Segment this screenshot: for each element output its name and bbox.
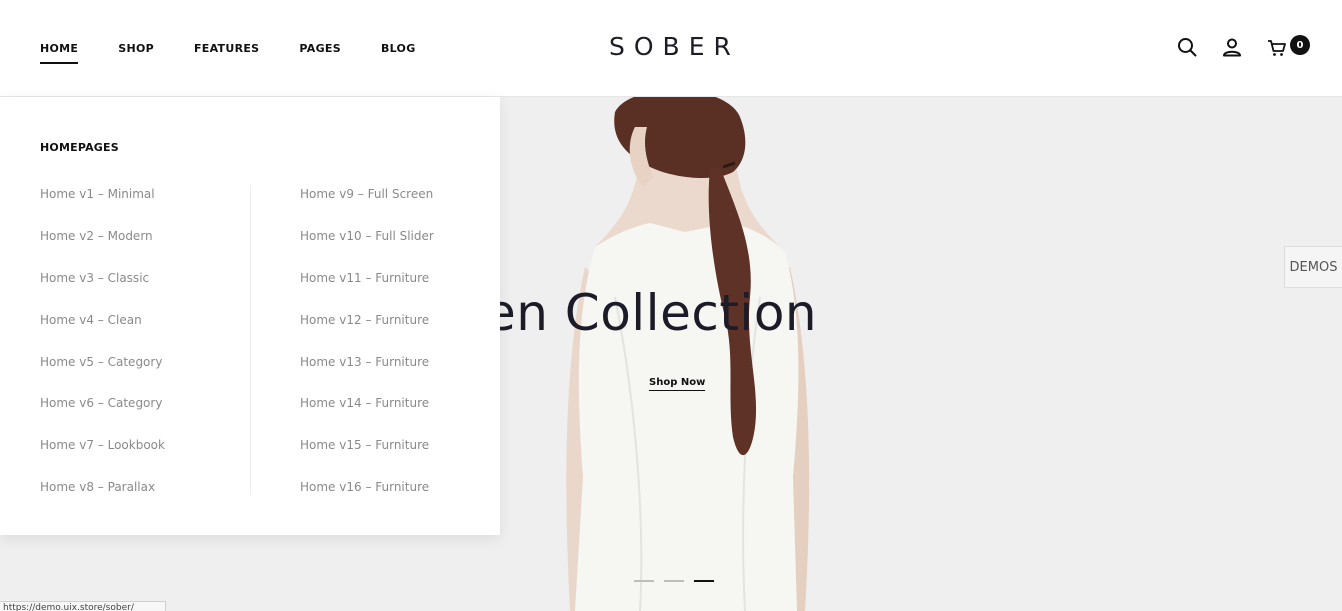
main-nav: HOME SHOP FEATURES PAGES BLOG: [40, 0, 456, 97]
dropdown-column-1: Home v1 – Minimal Home v2 – Modern Home …: [40, 185, 165, 520]
nav-pages[interactable]: PAGES: [299, 42, 341, 55]
column-divider: [250, 185, 251, 495]
menu-item-home-v7[interactable]: Home v7 – Lookbook: [40, 436, 165, 478]
dropdown-column-2: Home v9 – Full Screen Home v10 – Full Sl…: [300, 185, 434, 520]
cart-icon: [1266, 36, 1288, 58]
nav-shop[interactable]: SHOP: [118, 42, 154, 55]
menu-item-home-v2[interactable]: Home v2 – Modern: [40, 227, 165, 269]
menu-item-home-v1[interactable]: Home v1 – Minimal: [40, 185, 165, 227]
homepages-dropdown: HOMEPAGES Home v1 – Minimal Home v2 – Mo…: [0, 97, 500, 535]
menu-item-home-v11[interactable]: Home v11 – Furniture: [300, 269, 434, 311]
site-header: HOME SHOP FEATURES PAGES BLOG SOBER 0: [0, 0, 1342, 97]
header-actions: 0: [1153, 35, 1310, 58]
cart-count-badge: 0: [1290, 35, 1310, 55]
demos-tab[interactable]: DEMOS: [1284, 246, 1342, 288]
menu-item-home-v14[interactable]: Home v14 – Furniture: [300, 394, 434, 436]
nav-blog[interactable]: BLOG: [381, 42, 416, 55]
slider-dot-active[interactable]: [694, 580, 714, 582]
menu-item-home-v10[interactable]: Home v10 – Full Slider: [300, 227, 434, 269]
slider-dots: [634, 580, 724, 582]
slider-dot[interactable]: [664, 580, 684, 582]
hero-model-image: [566, 97, 810, 611]
site-logo[interactable]: SOBER: [609, 32, 740, 61]
menu-item-home-v5[interactable]: Home v5 – Category: [40, 353, 165, 395]
nav-home[interactable]: HOME: [40, 42, 79, 64]
slider-dot[interactable]: [634, 580, 654, 582]
menu-item-home-v4[interactable]: Home v4 – Clean: [40, 311, 165, 353]
cart-button[interactable]: 0: [1266, 35, 1310, 58]
dropdown-heading: HOMEPAGES: [40, 141, 119, 154]
menu-item-home-v9[interactable]: Home v9 – Full Screen: [300, 185, 434, 227]
menu-item-home-v6[interactable]: Home v6 – Category: [40, 394, 165, 436]
shop-now-link[interactable]: Shop Now: [649, 377, 706, 391]
menu-item-home-v16[interactable]: Home v16 – Furniture: [300, 478, 434, 520]
menu-item-home-v13[interactable]: Home v13 – Furniture: [300, 353, 434, 395]
menu-item-home-v15[interactable]: Home v15 – Furniture: [300, 436, 434, 478]
menu-item-home-v12[interactable]: Home v12 – Furniture: [300, 311, 434, 353]
nav-features[interactable]: FEATURES: [194, 42, 259, 55]
search-icon[interactable]: [1176, 36, 1198, 58]
status-url: https://demo.uix.store/sober/: [0, 601, 166, 611]
user-icon[interactable]: [1221, 36, 1243, 58]
menu-item-home-v3[interactable]: Home v3 – Classic: [40, 269, 165, 311]
menu-item-home-v8[interactable]: Home v8 – Parallax: [40, 478, 165, 520]
